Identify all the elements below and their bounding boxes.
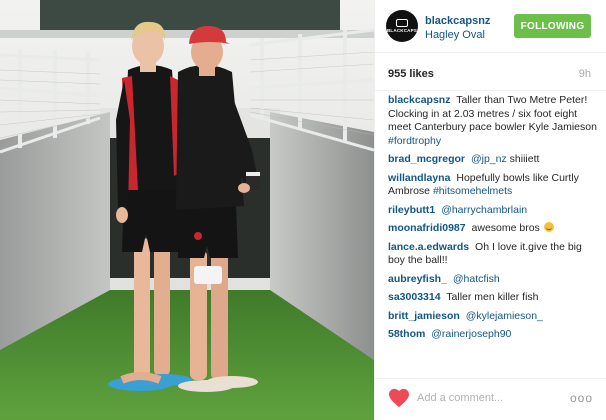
comment-item: brad_mcgregor @jp_nz shiiiett xyxy=(388,153,600,167)
comment-item: sa3003314 Taller men killer fish xyxy=(388,291,600,305)
comment-item: blackcapsnz Taller than Two Metre Peter!… xyxy=(388,94,600,148)
comment-mention[interactable]: @kylejamieson_ xyxy=(466,310,543,322)
post-side-panel: BLACKCAPS blackcapsnz Hagley Oval FOLLOW… xyxy=(374,0,606,420)
heart-icon[interactable] xyxy=(388,388,410,408)
comment-username[interactable]: lance.a.edwards xyxy=(388,241,469,253)
owner-username-link[interactable]: blackcapsnz xyxy=(425,15,490,27)
comment-username[interactable]: 58thom xyxy=(388,328,425,340)
comment-hashtag[interactable]: #fordtrophy xyxy=(388,135,441,147)
comment-text: shiiiett xyxy=(509,153,540,165)
comments-list: blackcapsnz Taller than Two Metre Peter!… xyxy=(388,94,600,347)
location-link[interactable]: Hagley Oval xyxy=(425,29,485,41)
comment-item: rileybutt1 @harrychambrlain xyxy=(388,204,600,218)
tunnel-photo-illustration xyxy=(0,0,374,420)
comment-text: awesome bros xyxy=(471,222,540,234)
more-options-icon[interactable]: ooo xyxy=(570,391,593,405)
comment-text: Taller men killer fish xyxy=(446,291,539,303)
comment-username[interactable]: rileybutt1 xyxy=(388,204,435,216)
comment-username[interactable]: britt_jamieson xyxy=(388,310,460,322)
comment-mention[interactable]: @hatcfish xyxy=(453,273,500,285)
comment-item: aubreyfish_ @hatcfish xyxy=(388,273,600,287)
smile-emoji-icon xyxy=(543,222,554,232)
likes-count[interactable]: 955 likes xyxy=(388,68,434,80)
comment-mention[interactable]: @rainerjoseph90 xyxy=(431,328,511,340)
owner-avatar[interactable]: BLACKCAPS xyxy=(386,10,418,42)
post-age: 9h xyxy=(578,68,591,80)
post-footer: ooo xyxy=(375,378,606,420)
comment-username[interactable]: moonafridi0987 xyxy=(388,222,466,234)
avatar-text: BLACKCAPS xyxy=(386,28,418,33)
comment-mention[interactable]: @harrychambrlain xyxy=(441,204,527,216)
add-comment-input[interactable] xyxy=(417,389,567,407)
comment-item: lance.a.edwards Oh I love it.give the bi… xyxy=(388,241,600,268)
comment-username[interactable]: sa3003314 xyxy=(388,291,441,303)
comment-item: 58thom @rainerjoseph90 xyxy=(388,328,600,342)
comment-hashtag[interactable]: #hitsomehelmets xyxy=(433,185,512,197)
comment-username[interactable]: brad_mcgregor xyxy=(388,153,465,165)
comment-item: willandlayna Hopefully bowls like Curtly… xyxy=(388,172,600,199)
fern-logo-icon xyxy=(396,19,408,27)
comment-username[interactable]: blackcapsnz xyxy=(388,94,450,106)
following-button[interactable]: FOLLOWING xyxy=(514,14,591,38)
post-photo[interactable] xyxy=(0,0,374,420)
comment-item: moonafridi0987 awesome bros xyxy=(388,222,600,236)
comment-username[interactable]: willandlayna xyxy=(388,172,450,184)
comment-username[interactable]: aubreyfish_ xyxy=(388,273,447,285)
post-meta: 955 likes 9h xyxy=(375,53,606,91)
comment-mention[interactable]: @jp_nz xyxy=(471,153,507,165)
comment-item: britt_jamieson @kylejamieson_ xyxy=(388,310,600,324)
post-header: BLACKCAPS blackcapsnz Hagley Oval FOLLOW… xyxy=(375,0,606,53)
